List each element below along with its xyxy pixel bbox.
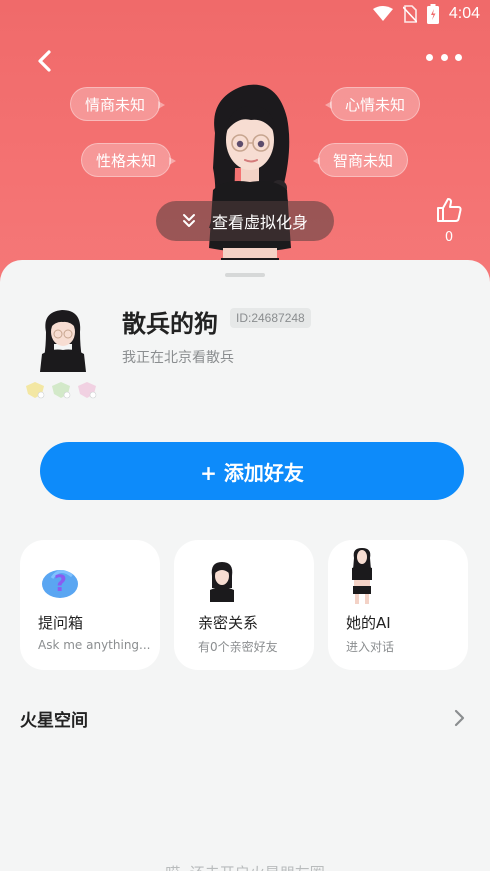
green-badge-icon[interactable] [50,380,72,400]
empty-moments-hint: 哎, 还未开启火星朋友圈 [0,862,490,871]
profile-sheet: 散兵的狗 ID:24687248 我正在北京看散兵 + 添加好友 ? 提问箱 A… [0,260,490,871]
card-subtitle: 进入对话 [346,640,395,654]
like-count: 0 [444,230,454,245]
mars-space-title: 火星空间 [20,711,88,731]
personality-tag: 性格未知 [81,143,177,177]
profile-avatar[interactable] [34,306,92,372]
wifi-icon [372,6,393,21]
more-dot-icon [440,53,448,61]
add-friend-button[interactable]: + 添加好友 [40,442,464,500]
view-avatar-label: 查看虚拟化身 [211,213,308,232]
intimate-avatar-icon [210,562,234,602]
view-avatar-button[interactable]: 查看虚拟化身 [156,201,334,241]
pink-badge-icon[interactable] [76,380,98,400]
feature-cards: ? 提问箱 Ask me anything... 亲密关系 有0个亲密好友 她的… [20,540,468,670]
badge-row [24,380,98,400]
ai-avatar-icon [352,548,372,604]
more-dot-icon [426,53,433,61]
iq-tag: 智商未知 [312,143,409,177]
add-friend-label: + 添加好友 [200,460,304,485]
status-bar: 4:04 [0,0,490,28]
sheet-handle[interactable] [225,273,265,277]
like-button[interactable]: 0 [434,196,464,245]
more-options-button[interactable] [426,50,462,64]
user-bio: 我正在北京看散兵 [122,350,234,366]
username: 散兵的狗 [122,310,218,338]
card-title: 亲密关系 [198,614,259,632]
her-ai-card[interactable]: 她的AI 进入对话 [328,540,468,670]
more-dot-icon [455,53,462,61]
mood-tag: 心情未知 [324,87,421,121]
status-time: 4:04 [448,5,480,22]
question-box-card[interactable]: ? 提问箱 Ask me anything... [20,540,160,670]
question-box-icon: ? [42,570,78,598]
back-button[interactable] [30,46,60,76]
mars-space-row[interactable]: 火星空间 [20,700,470,736]
profile-hero: 4:04 情商未知 心情未知 性格未知 智商未知 查看虚拟化身 0 [0,0,490,290]
virtual-avatar-figure[interactable]: ~~~ [195,78,305,278]
no-sim-icon [402,5,417,23]
card-subtitle: Ask me anything... [38,638,151,652]
card-title: 她的AI [346,614,391,632]
thumbs-up-icon [437,198,462,222]
yellow-badge-icon[interactable] [24,380,46,400]
chevron-left-icon [38,50,51,72]
battery-icon [426,4,439,24]
chevron-right-icon [454,709,465,727]
user-id-badge[interactable]: ID:24687248 [230,308,311,328]
intimate-relations-card[interactable]: 亲密关系 有0个亲密好友 [174,540,314,670]
double-chevron-down-icon [182,214,195,227]
svg-text:?: ? [54,572,67,597]
card-title: 提问箱 [38,614,84,632]
card-subtitle: 有0个亲密好友 [198,640,278,654]
eq-tag: 情商未知 [70,87,166,121]
